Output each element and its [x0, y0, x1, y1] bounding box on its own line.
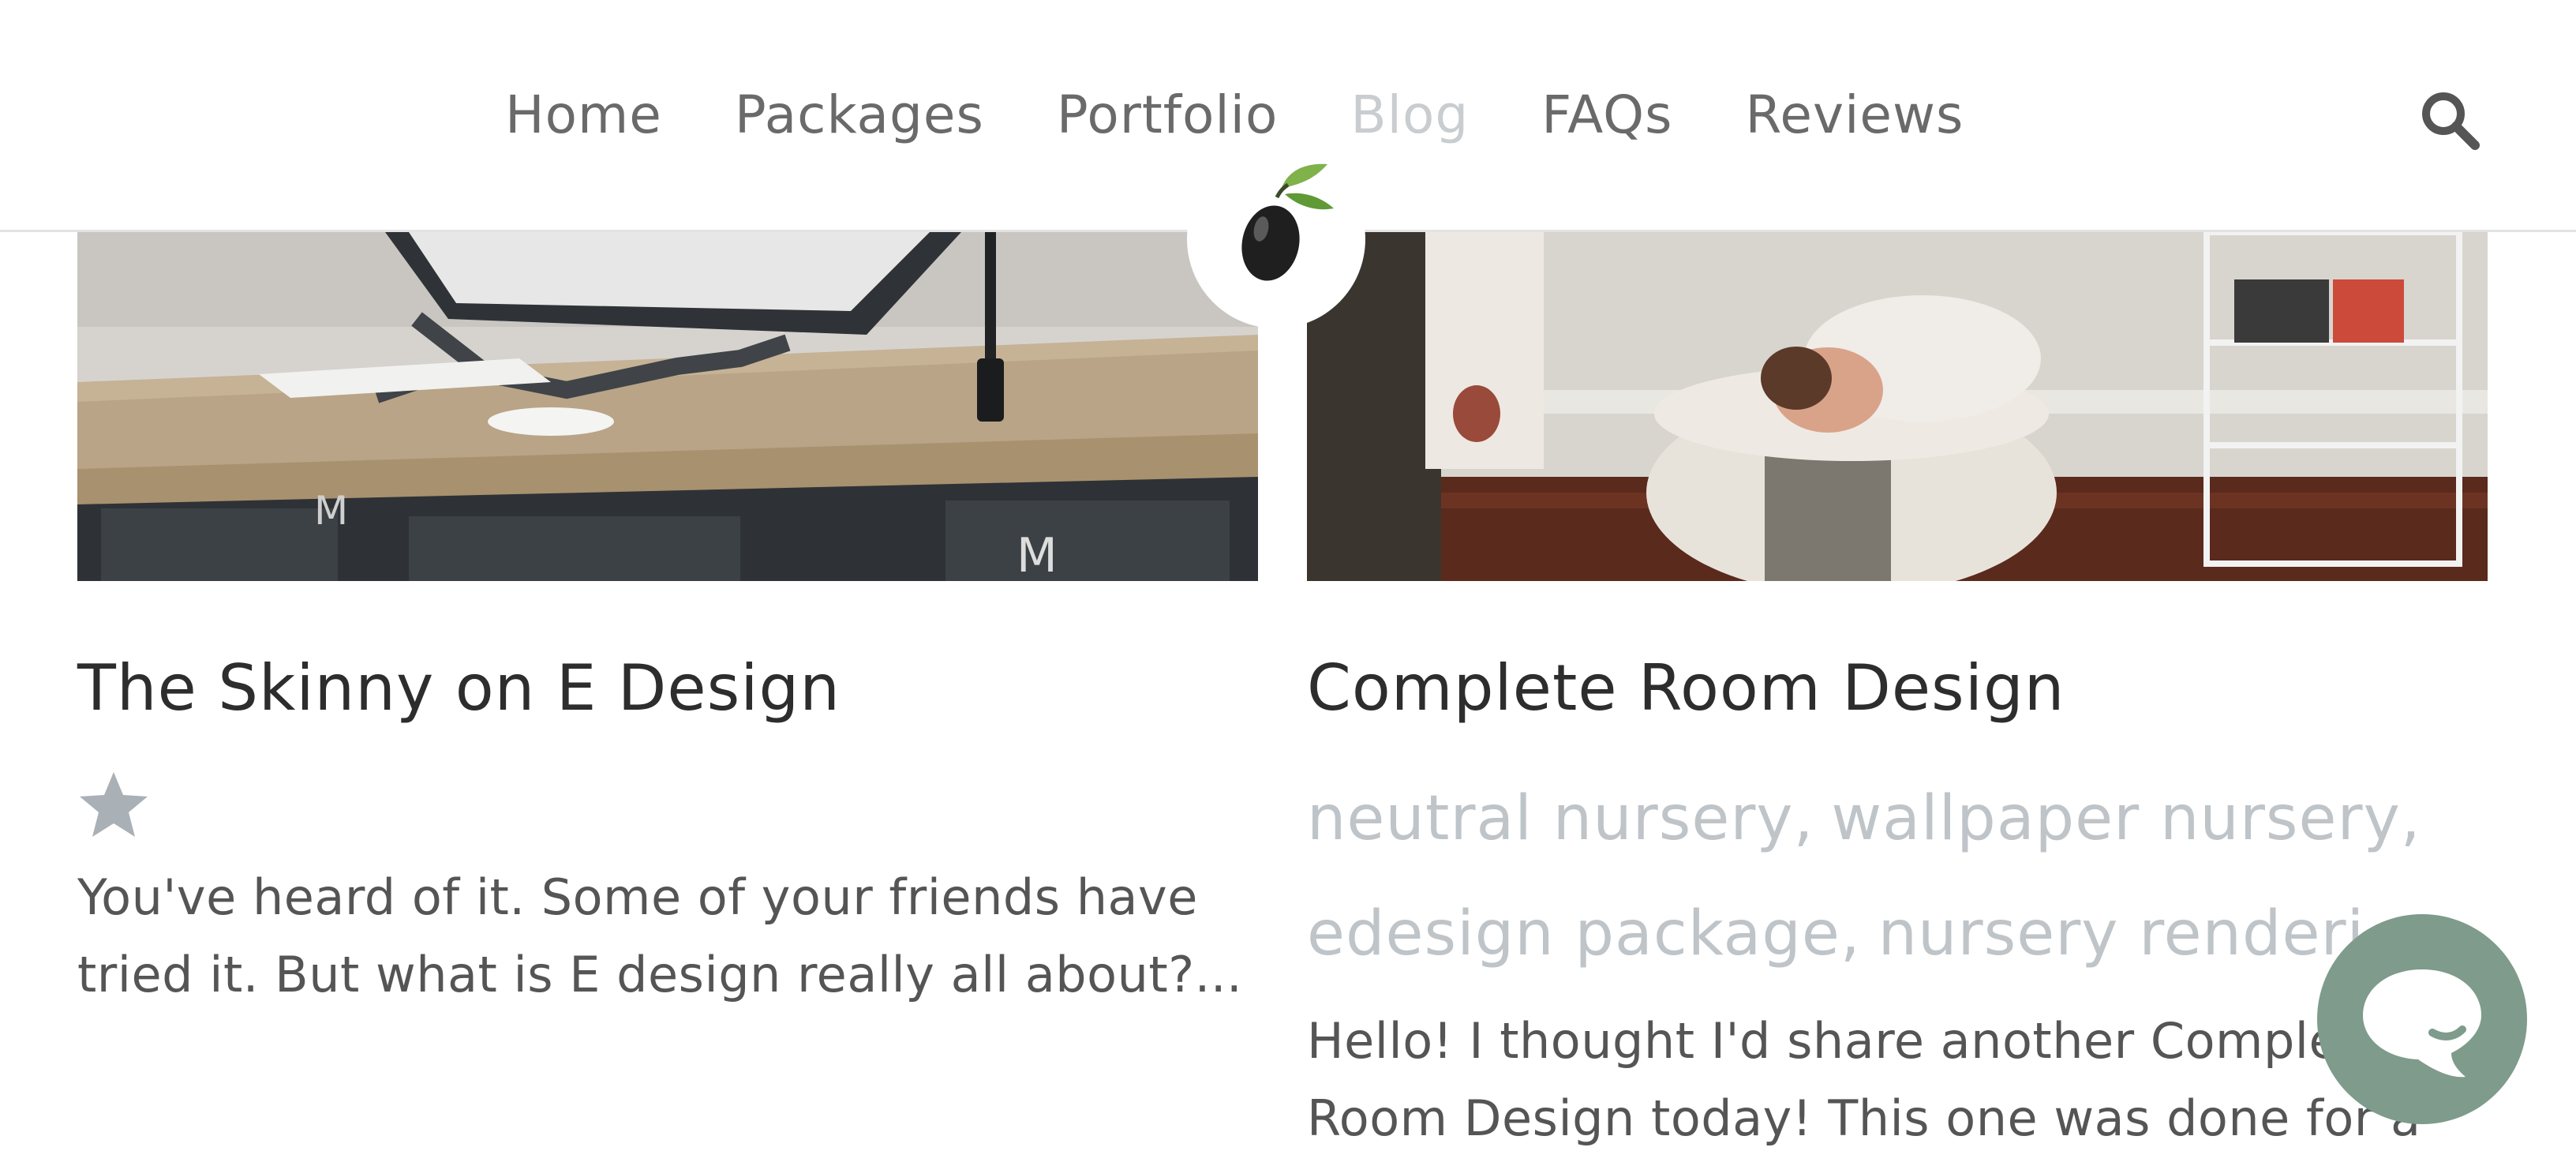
chat-button[interactable] — [2317, 914, 2527, 1124]
blog-card-e-design: M M The Skinny on E Design You've heard … — [77, 232, 1258, 1014]
main-nav: Home Packages Portfolio Blog FAQs Review… — [505, 79, 1964, 150]
tag-row: edesign package, nursery renderi — [1307, 876, 2488, 992]
post-excerpt: You've heard of it. Some of your friends… — [77, 868, 1243, 1003]
chat-bubble-icon — [2363, 969, 2481, 1078]
desk-photo: M M — [77, 232, 1258, 581]
nav-packages[interactable]: Packages — [735, 84, 984, 145]
svg-text:M: M — [1017, 528, 1058, 581]
nav-reviews[interactable]: Reviews — [1746, 84, 1964, 145]
olive-icon — [1241, 163, 1334, 281]
search-icon — [2422, 92, 2480, 150]
tag-row: neutral nursery, wallpaper nursery, — [1307, 761, 2488, 876]
nav-blog[interactable]: Blog — [1350, 84, 1469, 145]
post-excerpt: Hello! I thought I'd share another Compl… — [1307, 1012, 2421, 1147]
tag-link[interactable]: nursery renderi — [1878, 903, 2365, 965]
nav-portfolio[interactable]: Portfolio — [1057, 84, 1279, 145]
post-image-desk[interactable]: M M — [77, 232, 1258, 581]
page: Home Packages Portfolio Blog FAQs Review… — [0, 0, 2576, 1166]
tag-link[interactable]: edesign package, — [1307, 903, 1861, 965]
nursery-photo — [1307, 232, 2488, 581]
star-icon[interactable] — [77, 769, 150, 842]
blog-card-complete-room: Complete Room Design neutral nursery, wa… — [1307, 232, 2488, 1157]
tag-link[interactable]: neutral nursery, — [1307, 788, 1814, 849]
nav-home[interactable]: Home — [505, 84, 662, 145]
search-button[interactable] — [2417, 87, 2483, 153]
site-logo[interactable] — [1187, 150, 1365, 328]
post-title[interactable]: Complete Room Design — [1307, 657, 2488, 720]
tag-link[interactable]: wallpaper nursery, — [1831, 788, 2421, 849]
post-tags: neutral nursery, wallpaper nursery, edes… — [1307, 761, 2488, 992]
svg-text:M: M — [314, 488, 348, 534]
post-image-nursery[interactable] — [1307, 232, 2488, 581]
post-title[interactable]: The Skinny on E Design — [77, 657, 1258, 720]
nav-faqs[interactable]: FAQs — [1541, 84, 1672, 145]
